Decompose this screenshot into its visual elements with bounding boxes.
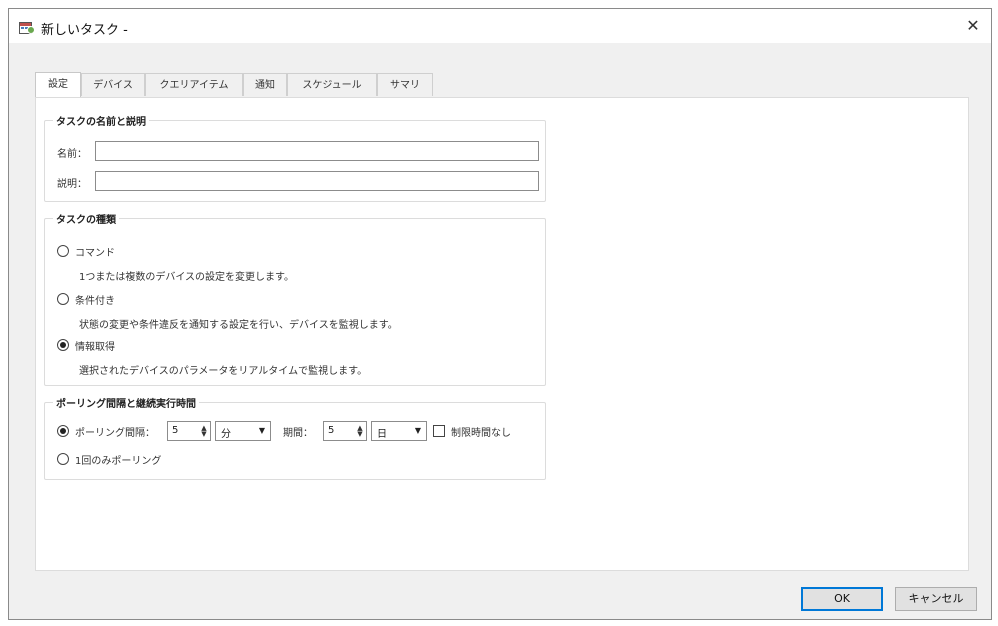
info-retrieval-description: 選択されたデバイスのパラメータをリアルタイムで監視します。 <box>79 366 368 377</box>
conditional-radio[interactable] <box>57 293 69 305</box>
tab-notifications[interactable]: 通知 <box>243 73 287 96</box>
task-dialog: 新しいタスク - ✕ 設定 デバイス クエリアイテム 通知 スケジュール サマリ… <box>8 8 992 620</box>
settings-panel: タスクの名前と説明 名前： 説明： タスクの種類 コマンド 1つまたは複数のデバ… <box>35 97 969 571</box>
spinner-arrows-icon[interactable]: ▲ ▼ <box>200 425 208 438</box>
unlimited-time-checkbox[interactable] <box>433 425 445 437</box>
name-label: 名前： <box>57 149 87 160</box>
name-description-group-title: タスクの名前と説明 <box>53 113 149 128</box>
tab-summary[interactable]: サマリ <box>377 73 433 96</box>
period-label: 期間： <box>283 428 313 439</box>
command-description: 1つまたは複数のデバイスの設定を変更します。 <box>79 272 295 283</box>
chevron-down-icon: ▼ <box>258 426 265 435</box>
conditional-description: 状態の変更や条件違反を通知する設定を行い、デバイスを監視します。 <box>79 320 398 331</box>
conditional-radio-label[interactable]: 条件付き <box>75 292 115 307</box>
period-unit-select[interactable]: 日 ▼ <box>371 421 427 441</box>
polling-interval-unit-value: 分 <box>221 429 231 440</box>
poll-once-label[interactable]: 1回のみポーリング <box>75 452 161 467</box>
tab-schedule[interactable]: スケジュール <box>287 73 377 96</box>
cancel-button[interactable]: キャンセル <box>895 587 977 611</box>
period-value: 5 <box>328 425 335 436</box>
description-label: 説明： <box>57 179 87 190</box>
period-unit-value: 日 <box>377 429 387 440</box>
tab-devices[interactable]: デバイス <box>81 73 145 96</box>
poll-once-radio[interactable] <box>57 453 69 465</box>
polling-interval-radio[interactable] <box>57 425 69 437</box>
polling-group-title: ポーリング間隔と継続実行時間 <box>53 395 199 410</box>
spinner-arrows-icon[interactable]: ▲ ▼ <box>356 425 364 438</box>
period-spinner[interactable]: 5 ▲ ▼ <box>323 421 367 441</box>
close-icon: ✕ <box>966 16 980 35</box>
tab-settings[interactable]: 設定 <box>35 72 81 97</box>
task-type-group: タスクの種類 コマンド 1つまたは複数のデバイスの設定を変更します。 条件付き … <box>44 211 546 386</box>
chevron-down-icon: ▼ <box>414 426 421 435</box>
polling-interval-unit-select[interactable]: 分 ▼ <box>215 421 271 441</box>
unlimited-time-label[interactable]: 制限時間なし <box>451 424 511 439</box>
task-app-icon <box>19 22 35 34</box>
name-description-group: タスクの名前と説明 名前： 説明： <box>44 113 546 202</box>
command-radio[interactable] <box>57 245 69 257</box>
info-retrieval-radio-label[interactable]: 情報取得 <box>75 338 115 353</box>
polling-interval-value: 5 <box>172 425 179 436</box>
close-button[interactable]: ✕ <box>955 9 991 43</box>
polling-interval-label[interactable]: ポーリング間隔： <box>75 424 155 439</box>
title-bar: 新しいタスク - ✕ <box>9 9 991 43</box>
polling-group: ポーリング間隔と継続実行時間 ポーリング間隔： 5 ▲ ▼ 分 ▼ 期間： 5 ▲… <box>44 395 546 480</box>
info-retrieval-radio[interactable] <box>57 339 69 351</box>
tab-query-items[interactable]: クエリアイテム <box>145 73 243 96</box>
name-input[interactable] <box>95 141 539 161</box>
task-type-group-title: タスクの種類 <box>53 211 119 226</box>
command-radio-label[interactable]: コマンド <box>75 244 115 259</box>
ok-button[interactable]: OK <box>801 587 883 611</box>
window-title: 新しいタスク - <box>41 23 128 38</box>
polling-interval-spinner[interactable]: 5 ▲ ▼ <box>167 421 211 441</box>
description-input[interactable] <box>95 171 539 191</box>
